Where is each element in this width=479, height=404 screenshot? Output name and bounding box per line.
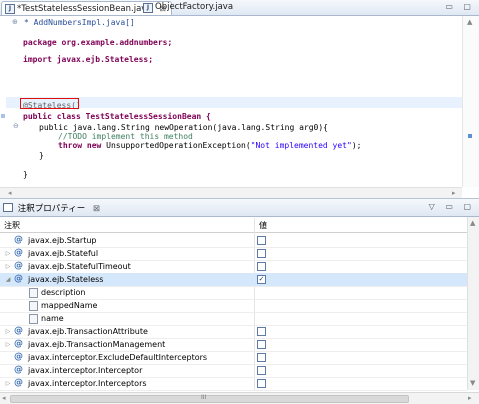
code-import-summary: * AddNumbersImpl.java[] (24, 18, 135, 27)
expand-fold-icon[interactable]: ⊕ (12, 18, 18, 26)
java-file-icon: J (143, 3, 153, 13)
view-icon (3, 203, 13, 212)
view-vertical-scrollbar[interactable]: ▲ ▼ (467, 217, 479, 390)
annotation-properties-view: 注釈プロパティー ⊠ ▽ ▭ ▢ 注釈 値 @ javax.ejb.Startup… (0, 199, 479, 404)
value-checkbox[interactable] (257, 249, 266, 258)
value-checkbox[interactable] (257, 379, 266, 388)
code-class-decl: public class TestStatelessSessionBean { (23, 112, 211, 121)
annotation-icon: @ (14, 326, 23, 336)
annotation-highlight-box (20, 98, 79, 109)
quick-fix-marker-icon[interactable] (1, 114, 5, 118)
table-row[interactable]: mappedName (0, 299, 467, 313)
table-row[interactable]: @ javax.ejb.Startup (0, 234, 467, 248)
expand-arrow-icon[interactable]: ▷ (4, 377, 12, 390)
attribute-name: name (41, 314, 64, 323)
scroll-grip: III (201, 394, 207, 401)
java-editor: J *TestStatelessSessionBean.java ⊠ J Obj… (0, 0, 479, 199)
annotation-icon: @ (14, 365, 23, 375)
table-row[interactable]: @ javax.interceptor.ExcludeDefaultInterce… (0, 351, 467, 365)
annotation-icon: @ (14, 235, 23, 245)
view-horizontal-scrollbar[interactable]: ◂ III ▸ (0, 392, 479, 404)
code-close-class: } (23, 170, 28, 179)
value-checkbox[interactable] (257, 236, 266, 245)
table-row[interactable]: description (0, 286, 467, 300)
expand-arrow-icon[interactable]: ▷ (4, 325, 12, 338)
collapse-fold-icon[interactable]: ⊖ (13, 122, 19, 130)
value-checkbox[interactable]: ✓ (257, 275, 266, 284)
code-throw-line: throw new UnsupportedOperationException(… (58, 141, 362, 150)
annotation-name: javax.ejb.Stateless (28, 275, 104, 284)
table-row[interactable]: ▷ @ javax.ejb.TransactionAttribute (0, 325, 467, 339)
annotation-name: javax.interceptor.ExcludeDefaultIntercep… (28, 353, 208, 362)
tab-label: ObjectFactory.java (155, 2, 234, 12)
expand-arrow-icon[interactable]: ◢ (4, 273, 12, 286)
annotation-name: javax.interceptor.Interceptors (28, 379, 147, 388)
view-title: 注釈プロパティー (17, 204, 86, 214)
value-checkbox[interactable] (257, 366, 266, 375)
scroll-left-icon[interactable]: ◂ (8, 189, 12, 197)
attribute-name: mappedName (41, 301, 98, 310)
table-header: 注釈 値 (0, 218, 467, 233)
annotation-name: javax.ejb.Startup (28, 236, 97, 245)
scroll-up-icon[interactable]: ▲ (467, 18, 472, 26)
tab-label: *TestStatelessSessionBean.java (17, 4, 152, 14)
code-package: package org.example.addnumbers; (23, 38, 173, 47)
scroll-right-icon[interactable]: ▸ (452, 189, 456, 197)
expand-arrow-icon[interactable]: ▷ (4, 338, 12, 351)
annotation-name: javax.ejb.Stateful (28, 249, 99, 258)
table-row[interactable]: name (0, 312, 467, 326)
attribute-name: description (41, 288, 86, 297)
view-tab[interactable]: 注釈プロパティー ⊠ (3, 202, 100, 214)
table-row[interactable]: @ javax.interceptor.Interceptor (0, 364, 467, 378)
column-header-annotation[interactable]: 注釈 (4, 220, 20, 231)
table-row[interactable]: ▷ @ javax.ejb.TransactionManagement (0, 338, 467, 352)
scroll-thumb[interactable]: III (10, 394, 409, 403)
value-checkbox[interactable] (257, 262, 266, 271)
value-checkbox[interactable] (257, 327, 266, 336)
annotation-icon: @ (14, 248, 23, 258)
attribute-icon (29, 301, 38, 311)
annotation-icon: @ (14, 378, 23, 388)
scroll-left-icon[interactable]: ◂ (2, 394, 6, 402)
table-row[interactable]: ▷ @ javax.ejb.Stateful (0, 247, 467, 261)
scroll-down-icon[interactable]: ▼ (470, 379, 475, 387)
editor-horizontal-scrollbar[interactable]: ◂ ▸ (0, 187, 462, 198)
editor-tabbar: J *TestStatelessSessionBean.java ⊠ J Obj… (0, 0, 479, 16)
scroll-right-icon[interactable]: ▸ (468, 394, 472, 402)
view-tabbar: 注釈プロパティー ⊠ ▽ ▭ ▢ (0, 199, 479, 217)
scroll-up-icon[interactable]: ▲ (470, 219, 475, 227)
annotation-name: javax.ejb.StatefulTimeout (28, 262, 131, 271)
tab-object-factory[interactable]: J ObjectFactory.java (140, 1, 238, 14)
expand-arrow-icon[interactable]: ▷ (4, 247, 12, 260)
overview-marker-icon[interactable] (468, 134, 472, 138)
close-icon[interactable]: ⊠ (93, 204, 100, 214)
annotation-name: javax.interceptor.Interceptor (28, 366, 143, 375)
value-checkbox[interactable] (257, 340, 266, 349)
annotation-name: javax.ejb.TransactionManagement (28, 340, 166, 349)
editor-window-controls[interactable]: ▭ ▢ (445, 2, 475, 11)
table-row[interactable]: ▷ @ javax.ejb.StatefulTimeout (0, 260, 467, 274)
value-checkbox[interactable] (257, 353, 266, 362)
overview-ruler: ▲ (462, 16, 479, 187)
java-file-icon: J (5, 4, 15, 14)
annotation-icon: @ (14, 274, 23, 284)
annotation-name: javax.ejb.TransactionAttribute (28, 327, 148, 336)
table-row[interactable]: ◢ @ javax.ejb.Stateless ✓ (0, 273, 467, 287)
code-import: import javax.ejb.Stateless; (23, 55, 154, 64)
code-close-method: } (39, 151, 44, 160)
view-controls[interactable]: ▽ ▭ ▢ (429, 202, 475, 211)
annotation-icon: @ (14, 339, 23, 349)
attribute-icon (29, 288, 38, 298)
annotation-icon: @ (14, 261, 23, 271)
expand-arrow-icon[interactable]: ▷ (4, 260, 12, 273)
annotation-icon: @ (14, 352, 23, 362)
table-row[interactable]: ▷ @ javax.interceptor.Interceptors (0, 377, 467, 391)
attribute-icon (29, 314, 38, 324)
column-header-value[interactable]: 値 (259, 220, 267, 231)
